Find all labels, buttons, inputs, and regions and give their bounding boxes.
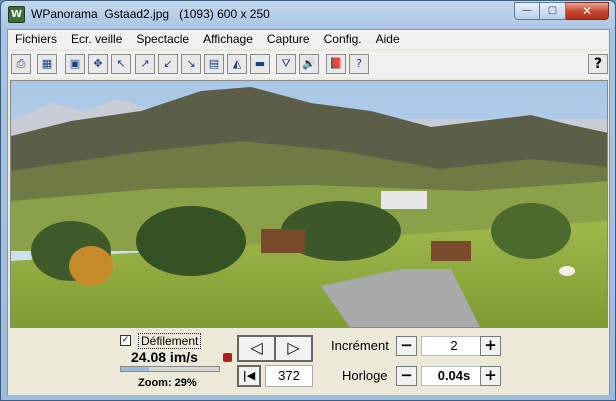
close-button[interactable]: ✕: [566, 2, 609, 20]
menu-capture[interactable]: Capture: [260, 30, 317, 49]
client-area: Fichiers Ecr. veille Spectacle Affichage…: [7, 29, 610, 395]
zoom-slider-fill: [121, 367, 150, 371]
previous-button[interactable]: ◁: [237, 335, 275, 362]
clock-plus-button[interactable]: +: [480, 366, 501, 386]
bookmark-icon[interactable]: ⛛: [276, 54, 296, 74]
panorama-image: [11, 81, 607, 327]
hotel-building: [381, 191, 427, 209]
caption-buttons: — ▢ ✕: [514, 2, 609, 20]
book-icon[interactable]: 📕: [326, 54, 346, 74]
print-icon[interactable]: ⎙: [11, 54, 31, 74]
toolbar: ⎙ ▦ ▣ ✥ ↖ ↗ ↙ ↘ ▤ ◭ ▬ ⛛ 🔊 📕 ? ?: [8, 51, 609, 78]
menu-fichiers[interactable]: Fichiers: [8, 30, 64, 49]
window-title: WPanorama Gstaad2.jpg (1093) 600 x 250: [31, 7, 270, 21]
help-book-icon[interactable]: ?: [349, 54, 369, 74]
menu-bar: Fichiers Ecr. veille Spectacle Affichage…: [8, 30, 609, 49]
tree-cluster-center: [136, 206, 246, 276]
menu-affichage[interactable]: Affichage: [196, 30, 260, 49]
fit-window-icon[interactable]: ▣: [65, 54, 85, 74]
increment-minus-button[interactable]: −: [396, 336, 417, 356]
strip-view-icon[interactable]: ▬: [250, 54, 270, 74]
arrow-sw-icon[interactable]: ↙: [158, 54, 178, 74]
arrow-ne-icon[interactable]: ↗: [135, 54, 155, 74]
help-icon[interactable]: ?: [588, 54, 608, 74]
zoom-slider[interactable]: [120, 366, 220, 372]
menu-spectacle[interactable]: Spectacle: [129, 30, 196, 49]
increment-plus-button[interactable]: +: [480, 336, 501, 356]
next-button[interactable]: ▷: [275, 335, 313, 362]
expand-icon[interactable]: ✥: [88, 54, 108, 74]
menu-ecr-veille[interactable]: Ecr. veille: [64, 30, 129, 49]
title-bar[interactable]: W WPanorama Gstaad2.jpg (1093) 600 x 250…: [1, 1, 615, 27]
first-frame-button[interactable]: |◀: [237, 365, 261, 387]
position-field[interactable]: 372: [265, 365, 313, 387]
record-icon[interactable]: [223, 353, 232, 362]
arrow-se-icon[interactable]: ↘: [181, 54, 201, 74]
scroll-checkbox[interactable]: ✓: [120, 335, 131, 346]
clock-label: Horloge: [342, 368, 388, 383]
menu-config[interactable]: Config.: [317, 30, 369, 49]
increment-field[interactable]: 2: [421, 336, 487, 356]
maximize-button[interactable]: ▢: [540, 2, 566, 20]
control-panel: ✓ Défilement 24.08 im/s Zoom: 29% ◁ ▷ |◀…: [8, 329, 609, 395]
clock-field[interactable]: 0.04s: [421, 366, 487, 386]
app-icon[interactable]: W: [8, 6, 25, 23]
panorama-viewport[interactable]: [10, 80, 608, 328]
scroll-checkbox-label[interactable]: Défilement: [138, 333, 202, 349]
chalet-right: [431, 241, 471, 261]
increment-label: Incrément: [331, 338, 389, 353]
chalet-left: [261, 229, 305, 253]
application-window: W WPanorama Gstaad2.jpg (1093) 600 x 250…: [0, 0, 616, 401]
landscape-view-icon[interactable]: ▤: [204, 54, 224, 74]
cow: [559, 266, 575, 276]
image-icon[interactable]: ▦: [37, 54, 57, 74]
zoom-label: Zoom: 29%: [138, 377, 197, 389]
panorama-view-icon[interactable]: ◭: [227, 54, 247, 74]
minimize-button[interactable]: —: [514, 2, 540, 20]
menu-aide[interactable]: Aide: [369, 30, 407, 49]
shrink-icon[interactable]: ↖: [111, 54, 131, 74]
autumn-tree: [69, 246, 113, 286]
speed-readout: 24.08 im/s: [131, 349, 198, 365]
clock-minus-button[interactable]: −: [396, 366, 417, 386]
tree-cluster-far-right: [491, 203, 571, 259]
sound-icon[interactable]: 🔊: [299, 54, 319, 74]
